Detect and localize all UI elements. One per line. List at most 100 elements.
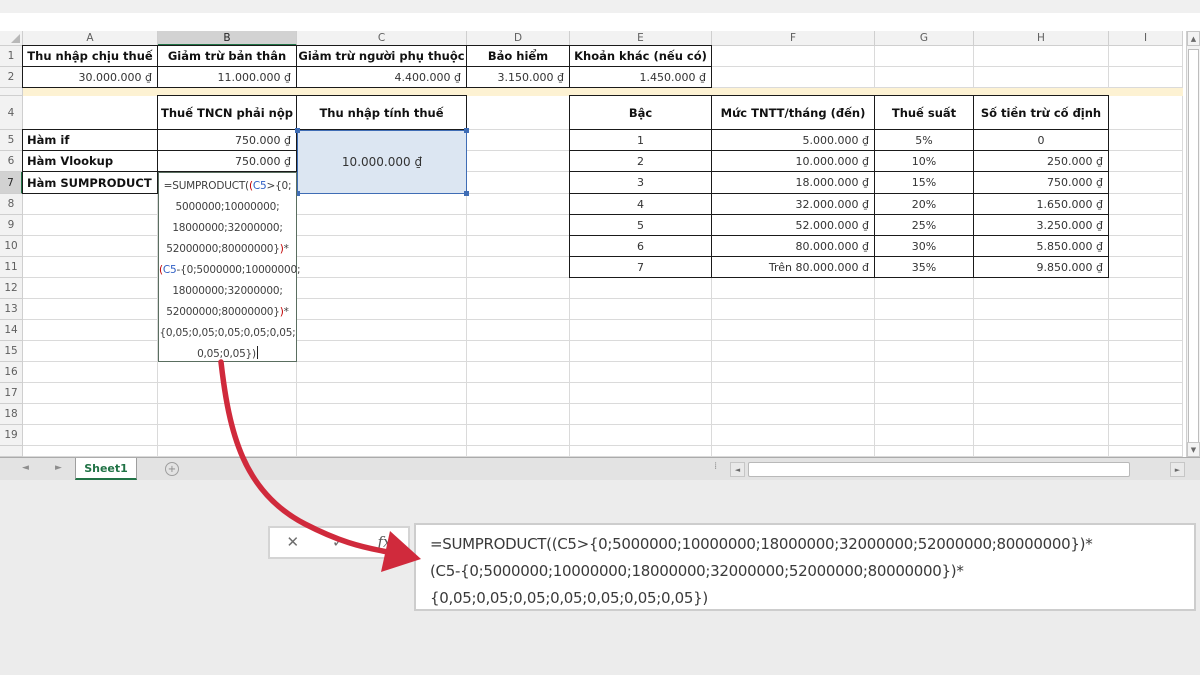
cell-F7[interactable]: 18.000.000 ₫: [711, 171, 875, 194]
grid-cell-G1[interactable]: [875, 46, 974, 67]
column-header-A[interactable]: A: [23, 31, 158, 46]
grid-cell-C19[interactable]: [297, 425, 467, 446]
grid-cell-A4[interactable]: [23, 96, 158, 130]
grid-cell-G15[interactable]: [875, 341, 974, 362]
grid-cell-E12[interactable]: [570, 278, 712, 299]
cell-B2[interactable]: 11.000.000 ₫: [157, 66, 297, 88]
grid-cell-D20[interactable]: [467, 446, 570, 457]
grid-cell-C13[interactable]: [297, 299, 467, 320]
grid-cell-I9[interactable]: [1109, 215, 1183, 236]
grid-cell-B18[interactable]: [158, 404, 297, 425]
grid-cell-D12[interactable]: [467, 278, 570, 299]
grid-cell-H14[interactable]: [974, 320, 1109, 341]
cell-F6[interactable]: 10.000.000 ₫: [711, 150, 875, 172]
cell-G10[interactable]: 30%: [874, 235, 974, 257]
cell-C2[interactable]: 4.400.000 ₫: [296, 66, 467, 88]
grid-cell-G2[interactable]: [875, 67, 974, 88]
cell-E8[interactable]: 4: [569, 193, 712, 215]
grid-cell-G17[interactable]: [875, 383, 974, 404]
cell-A6[interactable]: Hàm Vlookup: [22, 150, 158, 172]
grid-cell-D15[interactable]: [467, 341, 570, 362]
select-all-corner[interactable]: [0, 31, 23, 46]
grid-cell-H12[interactable]: [974, 278, 1109, 299]
grid-cell-I17[interactable]: [1109, 383, 1183, 404]
scroll-right-arrow-icon[interactable]: ►: [1170, 462, 1185, 477]
grid-cell-H2[interactable]: [974, 67, 1109, 88]
grid-cell-I18[interactable]: [1109, 404, 1183, 425]
grid-cell-A20[interactable]: [23, 446, 158, 457]
vertical-scrollbar-thumb[interactable]: [1188, 49, 1199, 457]
cell-A2[interactable]: 30.000.000 ₫: [22, 66, 158, 88]
cell-A7[interactable]: Hàm SUMPRODUCT: [22, 171, 158, 194]
grid-cell-I13[interactable]: [1109, 299, 1183, 320]
sheet-nav-left-icon[interactable]: ◄: [22, 463, 29, 473]
vertical-scrollbar[interactable]: ▲ ▼: [1186, 31, 1200, 457]
grid-cell-D18[interactable]: [467, 404, 570, 425]
grid-cell-I15[interactable]: [1109, 341, 1183, 362]
grid-cell-C14[interactable]: [297, 320, 467, 341]
cell-A1[interactable]: Thu nhập chịu thuế: [22, 45, 158, 67]
grid-cell-F2[interactable]: [712, 67, 875, 88]
cell-E7[interactable]: 3: [569, 171, 712, 194]
grid-cell-F12[interactable]: [712, 278, 875, 299]
grid-cell-I11[interactable]: [1109, 257, 1183, 278]
grid-cell-A16[interactable]: [23, 362, 158, 383]
grid-cell-I8[interactable]: [1109, 194, 1183, 215]
grid-cell-F16[interactable]: [712, 362, 875, 383]
grid-cell-C20[interactable]: [297, 446, 467, 457]
grid-cell-I19[interactable]: [1109, 425, 1183, 446]
cell-H6[interactable]: 250.000 ₫: [973, 150, 1109, 172]
grid-cell-E20[interactable]: [570, 446, 712, 457]
grid-cell-G13[interactable]: [875, 299, 974, 320]
grid-cell-I12[interactable]: [1109, 278, 1183, 299]
grid-cell-C9[interactable]: [297, 215, 467, 236]
grid-cell-B16[interactable]: [158, 362, 297, 383]
grid-cell-E19[interactable]: [570, 425, 712, 446]
column-header-G[interactable]: G: [875, 31, 974, 46]
grid-cell-G12[interactable]: [875, 278, 974, 299]
formula-bar-input[interactable]: =SUMPRODUCT((C5>{0;5000000;10000000;1800…: [414, 523, 1196, 611]
cell-B1[interactable]: Giảm trừ bản thân: [157, 45, 297, 67]
grid-cell-H15[interactable]: [974, 341, 1109, 362]
selection-handle[interactable]: [295, 128, 300, 133]
row-header-13[interactable]: 13: [0, 299, 23, 320]
cell-E4[interactable]: Bậc: [569, 95, 712, 130]
grid-cell-I7[interactable]: [1109, 172, 1183, 194]
add-sheet-button[interactable]: +: [165, 462, 179, 476]
row-header-11[interactable]: 11: [0, 257, 23, 278]
grid-cell-I1[interactable]: [1109, 46, 1183, 67]
column-header-F[interactable]: F: [712, 31, 875, 46]
grid-cell-A18[interactable]: [23, 404, 158, 425]
grid-cell-H18[interactable]: [974, 404, 1109, 425]
row-header-17[interactable]: 17: [0, 383, 23, 404]
grid-cell-I20[interactable]: [1109, 446, 1183, 457]
cell-E10[interactable]: 6: [569, 235, 712, 257]
scroll-down-arrow-icon[interactable]: ▼: [1187, 442, 1200, 457]
row-header-7[interactable]: 7: [0, 172, 23, 194]
grid-cell-A8[interactable]: [23, 194, 158, 215]
grid-cell-D19[interactable]: [467, 425, 570, 446]
grid-cell-A13[interactable]: [23, 299, 158, 320]
cell-F4[interactable]: Mức TNTT/tháng (đến): [711, 95, 875, 130]
grid-cell-I14[interactable]: [1109, 320, 1183, 341]
cell-H8[interactable]: 1.650.000 ₫: [973, 193, 1109, 215]
cell-E9[interactable]: 5: [569, 214, 712, 236]
grid-cell-D17[interactable]: [467, 383, 570, 404]
row-header-14[interactable]: 14: [0, 320, 23, 341]
cell-A5[interactable]: Hàm if: [22, 129, 158, 151]
cell-H11[interactable]: 9.850.000 ₫: [973, 256, 1109, 278]
cell-E6[interactable]: 2: [569, 150, 712, 172]
grid-cell-D8[interactable]: [467, 194, 570, 215]
cell-G7[interactable]: 15%: [874, 171, 974, 194]
cell-B6[interactable]: 750.000 ₫: [157, 150, 297, 172]
cell-H4[interactable]: Số tiền trừ cố định: [973, 95, 1109, 130]
grid-cell-A10[interactable]: [23, 236, 158, 257]
row-header-19[interactable]: 19: [0, 425, 23, 446]
tab-scrollbar-splitter[interactable]: ⁞: [714, 461, 715, 472]
row-header-6[interactable]: 6: [0, 151, 23, 172]
grid-cell-G20[interactable]: [875, 446, 974, 457]
grid-cell-F19[interactable]: [712, 425, 875, 446]
row-header-15[interactable]: 15: [0, 341, 23, 362]
row-header-10[interactable]: 10: [0, 236, 23, 257]
insert-function-icon[interactable]: fx: [378, 535, 392, 550]
